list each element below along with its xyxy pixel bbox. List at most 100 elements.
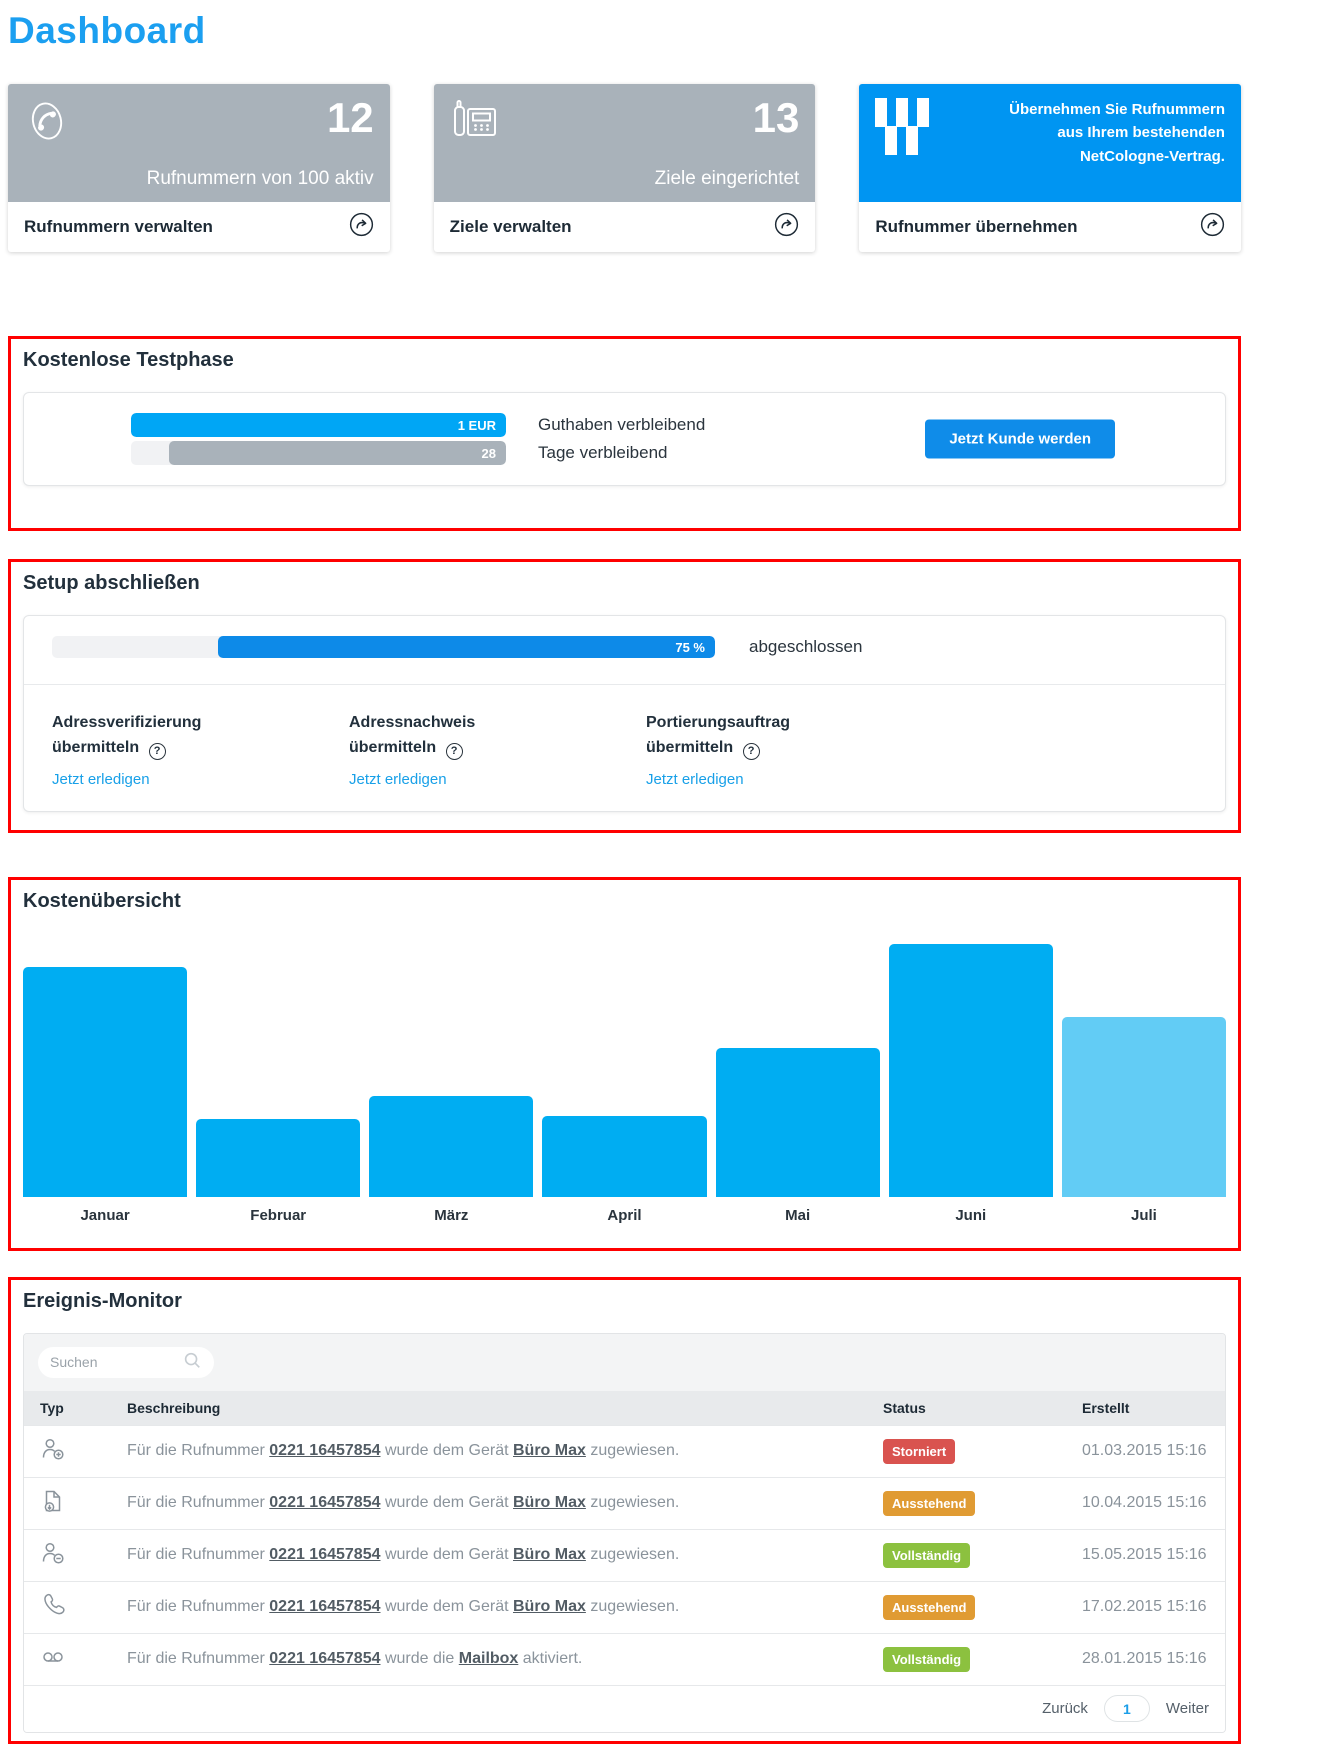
rufnummer-uebernehmen-button[interactable]: Rufnummer übernehmen — [859, 202, 1241, 252]
phone-number-link[interactable]: 0221 16457854 — [269, 1442, 380, 1459]
device-link[interactable]: Büro Max — [513, 1494, 586, 1511]
card-rufnummern: 12 Rufnummern von 100 aktiv Rufnummern v… — [8, 84, 390, 252]
events-title: Ereignis-Monitor — [23, 1290, 1226, 1313]
events-table: Typ Beschreibung Status Erstellt Für die… — [23, 1333, 1226, 1733]
created-timestamp: 15.05.2015 15:16 — [1082, 1546, 1225, 1564]
user-add-icon — [40, 1436, 66, 1467]
promo-text: Übernehmen Sie Rufnummern aus Ihrem best… — [1000, 98, 1225, 168]
search-box[interactable] — [38, 1347, 214, 1378]
section-testphase: Kostenlose Testphase 1 EUR Guthaben verb… — [8, 336, 1241, 531]
question-icon[interactable]: ? — [149, 743, 166, 760]
bar-label: Januar — [23, 1207, 187, 1224]
guthaben-progressbar: 1 EUR — [131, 413, 506, 437]
bar-column — [1062, 935, 1226, 1197]
col-typ: Typ — [24, 1400, 127, 1416]
section-setup: Setup abschließen 75 % abgeschlossen Adr… — [8, 559, 1241, 833]
rufnummern-caption: Rufnummern von 100 aktiv — [147, 168, 374, 190]
phone-handset-icon — [24, 131, 70, 148]
created-timestamp: 01.03.2015 15:16 — [1082, 1442, 1225, 1460]
bar-label: Juni — [889, 1207, 1053, 1224]
bar-label: Mai — [716, 1207, 880, 1224]
setup-progressbar: 75 % — [52, 636, 715, 658]
task-link-adressverifizierung[interactable]: Jetzt erledigen — [52, 771, 150, 788]
table-row: Für die Rufnummer 0221 16457854 wurde de… — [24, 1529, 1225, 1581]
phone-number-link[interactable]: 0221 16457854 — [269, 1494, 380, 1511]
created-timestamp: 28.01.2015 15:16 — [1082, 1650, 1225, 1668]
pagination-current-page[interactable]: 1 — [1104, 1695, 1150, 1722]
bar-column — [196, 935, 360, 1197]
search-input[interactable] — [50, 1354, 182, 1370]
bar-column — [23, 935, 187, 1197]
jetzt-kunde-werden-button[interactable]: Jetzt Kunde werden — [925, 420, 1115, 459]
bar-column — [889, 935, 1053, 1197]
task-portierungsauftrag: Portierungsauftrag übermitteln ? Jetzt e… — [646, 711, 943, 789]
table-row: Für die Rufnummer 0221 16457854 wurde de… — [24, 1581, 1225, 1633]
phone-number-link[interactable]: 0221 16457854 — [269, 1598, 380, 1615]
setup-progress-suffix: abgeschlossen — [749, 637, 862, 657]
status-badge: Ausstehend — [883, 1491, 975, 1516]
ziele-count: 13 — [753, 94, 800, 142]
question-icon[interactable]: ? — [743, 743, 760, 760]
guthaben-label: Guthaben verbleibend — [538, 415, 705, 435]
table-row: Für die Rufnummer 0221 16457854 wurde di… — [24, 1633, 1225, 1685]
task-adressverifizierung: Adressverifizierung übermitteln ? Jetzt … — [52, 711, 349, 789]
bar-column — [542, 935, 706, 1197]
status-badge: Vollständig — [883, 1647, 970, 1672]
pagination: Zurück 1 Weiter — [24, 1685, 1225, 1732]
created-timestamp: 17.02.2015 15:16 — [1082, 1598, 1225, 1616]
table-header: Typ Beschreibung Status Erstellt — [24, 1391, 1225, 1425]
card-portierung: Übernehmen Sie Rufnummern aus Ihrem best… — [859, 84, 1241, 252]
phone-icon — [40, 1592, 66, 1623]
rufnummern-verwalten-button[interactable]: Rufnummern verwalten — [8, 202, 390, 252]
device-link[interactable]: Büro Max — [513, 1598, 586, 1615]
tage-label: Tage verbleibend — [538, 443, 667, 463]
bar-label: Juli — [1062, 1207, 1226, 1224]
task-adressnachweis: Adressnachweis übermitteln ? Jetzt erled… — [349, 711, 646, 789]
col-beschreibung: Beschreibung — [127, 1400, 883, 1416]
phone-number-link[interactable]: 0221 16457854 — [269, 1650, 380, 1667]
page-title: Dashboard — [8, 10, 1241, 52]
ziele-verwalten-button[interactable]: Ziele verwalten — [434, 202, 816, 252]
pagination-prev-button[interactable]: Zurück — [1042, 1700, 1088, 1717]
task-link-adressnachweis[interactable]: Jetzt erledigen — [349, 771, 447, 788]
status-badge: Vollständig — [883, 1543, 970, 1568]
bar-April — [542, 1116, 706, 1197]
user-remove-icon — [40, 1540, 66, 1571]
device-link[interactable]: Büro Max — [513, 1546, 586, 1563]
phone-number-link[interactable]: 0221 16457854 — [269, 1546, 380, 1563]
status-badge: Storniert — [883, 1439, 955, 1464]
table-row: Für die Rufnummer 0221 16457854 wurde de… — [24, 1425, 1225, 1477]
search-icon[interactable] — [182, 1350, 202, 1375]
bar-column — [369, 935, 533, 1197]
col-erstellt: Erstellt — [1082, 1400, 1225, 1416]
bar-Februar — [196, 1119, 360, 1197]
bar-label: April — [542, 1207, 706, 1224]
bar-label: Februar — [196, 1207, 360, 1224]
bar-Januar — [23, 967, 187, 1197]
question-icon[interactable]: ? — [446, 743, 463, 760]
mailbox-link[interactable]: Mailbox — [459, 1650, 519, 1667]
setup-title: Setup abschließen — [23, 572, 1226, 595]
ziele-caption: Ziele eingerichtet — [655, 168, 800, 190]
go-arrow-icon[interactable] — [774, 212, 799, 242]
section-kostenuebersicht: Kostenübersicht JanuarFebruarMärzAprilMa… — [8, 877, 1241, 1251]
netcologne-logo — [875, 98, 929, 156]
table-row: Für die Rufnummer 0221 16457854 wurde de… — [24, 1477, 1225, 1529]
bar-März — [369, 1096, 533, 1197]
task-link-portierungsauftrag[interactable]: Jetzt erledigen — [646, 771, 744, 788]
testphase-title: Kostenlose Testphase — [23, 349, 1226, 372]
status-badge: Ausstehend — [883, 1595, 975, 1620]
section-ereignis-monitor: Ereignis-Monitor Typ Beschreibung Status… — [8, 1277, 1241, 1744]
col-status: Status — [883, 1400, 1082, 1416]
go-arrow-icon[interactable] — [349, 212, 374, 242]
tage-progressbar: 28 — [131, 441, 506, 465]
go-arrow-icon[interactable] — [1200, 212, 1225, 242]
pagination-next-button[interactable]: Weiter — [1166, 1700, 1209, 1717]
rufnummern-count: 12 — [327, 94, 374, 142]
chart-title: Kostenübersicht — [23, 890, 1226, 913]
quick-action-cards: 12 Rufnummern von 100 aktiv Rufnummern v… — [8, 84, 1241, 252]
device-link[interactable]: Büro Max — [513, 1442, 586, 1459]
desk-phone-icon — [450, 131, 500, 148]
bar-column — [716, 935, 880, 1197]
created-timestamp: 10.04.2015 15:16 — [1082, 1494, 1225, 1512]
